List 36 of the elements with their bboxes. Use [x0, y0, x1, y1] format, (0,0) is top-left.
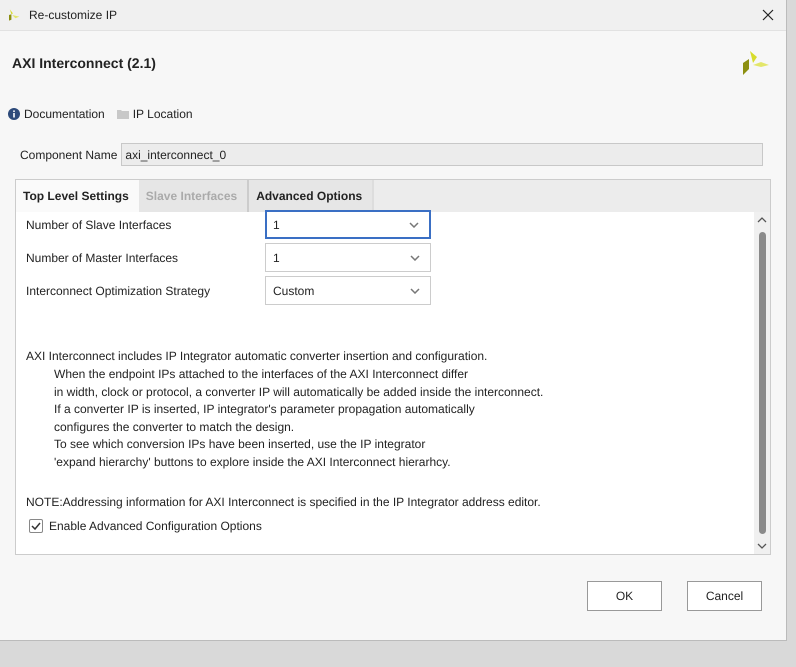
description-text: AXI Interconnect includes IP Integrator automatic converter insertion and configuration.: [26, 349, 488, 363]
dropdown[interactable]: Custom: [265, 276, 431, 305]
dialog-button[interactable]: Cancel: [687, 581, 762, 611]
chevron-icon: [410, 254, 420, 260]
description-text: configures the converter to match the design.: [54, 418, 296, 436]
checkbox-label: Enable Advanced Configuration Options: [49, 518, 262, 533]
setting-label: Number of Slave Interfaces: [26, 218, 172, 232]
description-text: If a converter IP is inserted, IP integrator's parameter propagation automatically: [54, 401, 476, 418]
info-icon: [8, 108, 20, 120]
tab[interactable]: Advanced Options: [249, 180, 374, 212]
field-label: Component Name: [20, 148, 118, 162]
ip-title: AXI Interconnect (2.1): [12, 55, 157, 71]
dropdown[interactable]: 1: [265, 210, 431, 239]
component-name-field[interactable]: axi_interconnect_0: [121, 143, 763, 166]
chevron-icon: [410, 288, 420, 294]
close-icon[interactable]: [762, 9, 774, 21]
folder-icon: [116, 108, 129, 120]
note-text: NOTE:Addressing information for AXI Interconnect is specified in the IP Integrator address editor.: [26, 494, 542, 509]
scroll-up-icon[interactable]: [757, 217, 767, 223]
scroll-down-icon[interactable]: [757, 543, 767, 549]
setting-label: Interconnect Optimization Strategy: [26, 284, 212, 298]
dropdown[interactable]: 1: [265, 243, 431, 272]
window-title: Re-customize IP: [29, 8, 118, 22]
setting-label: Number of Master Interfaces: [26, 250, 180, 264]
description-text: When the endpoint IPs attached to the interfaces of the AXI Interconnect differ: [54, 366, 470, 383]
toolbar-link[interactable]: IP Location: [116, 107, 193, 121]
dialog-button[interactable]: OK: [587, 581, 662, 611]
tab[interactable]: Top Level Settings: [16, 180, 139, 212]
description-text: To see which conversion IPs have been inserted, use the IP integrator: [54, 436, 426, 454]
description-text: 'expand hierarchy' buttons to explore inside the AXI Interconnect hierarhcy.: [54, 454, 452, 471]
logo-icon: [741, 49, 771, 77]
chevron-icon: [409, 222, 419, 228]
scrollbar-thumb[interactable]: [758, 232, 766, 534]
description-text: in width, clock or protocol, a converter IP will automatically be added inside the interconnect.: [54, 384, 544, 401]
toolbar-link[interactable]: Documentation: [8, 107, 105, 121]
checkbox[interactable]: [29, 518, 43, 533]
